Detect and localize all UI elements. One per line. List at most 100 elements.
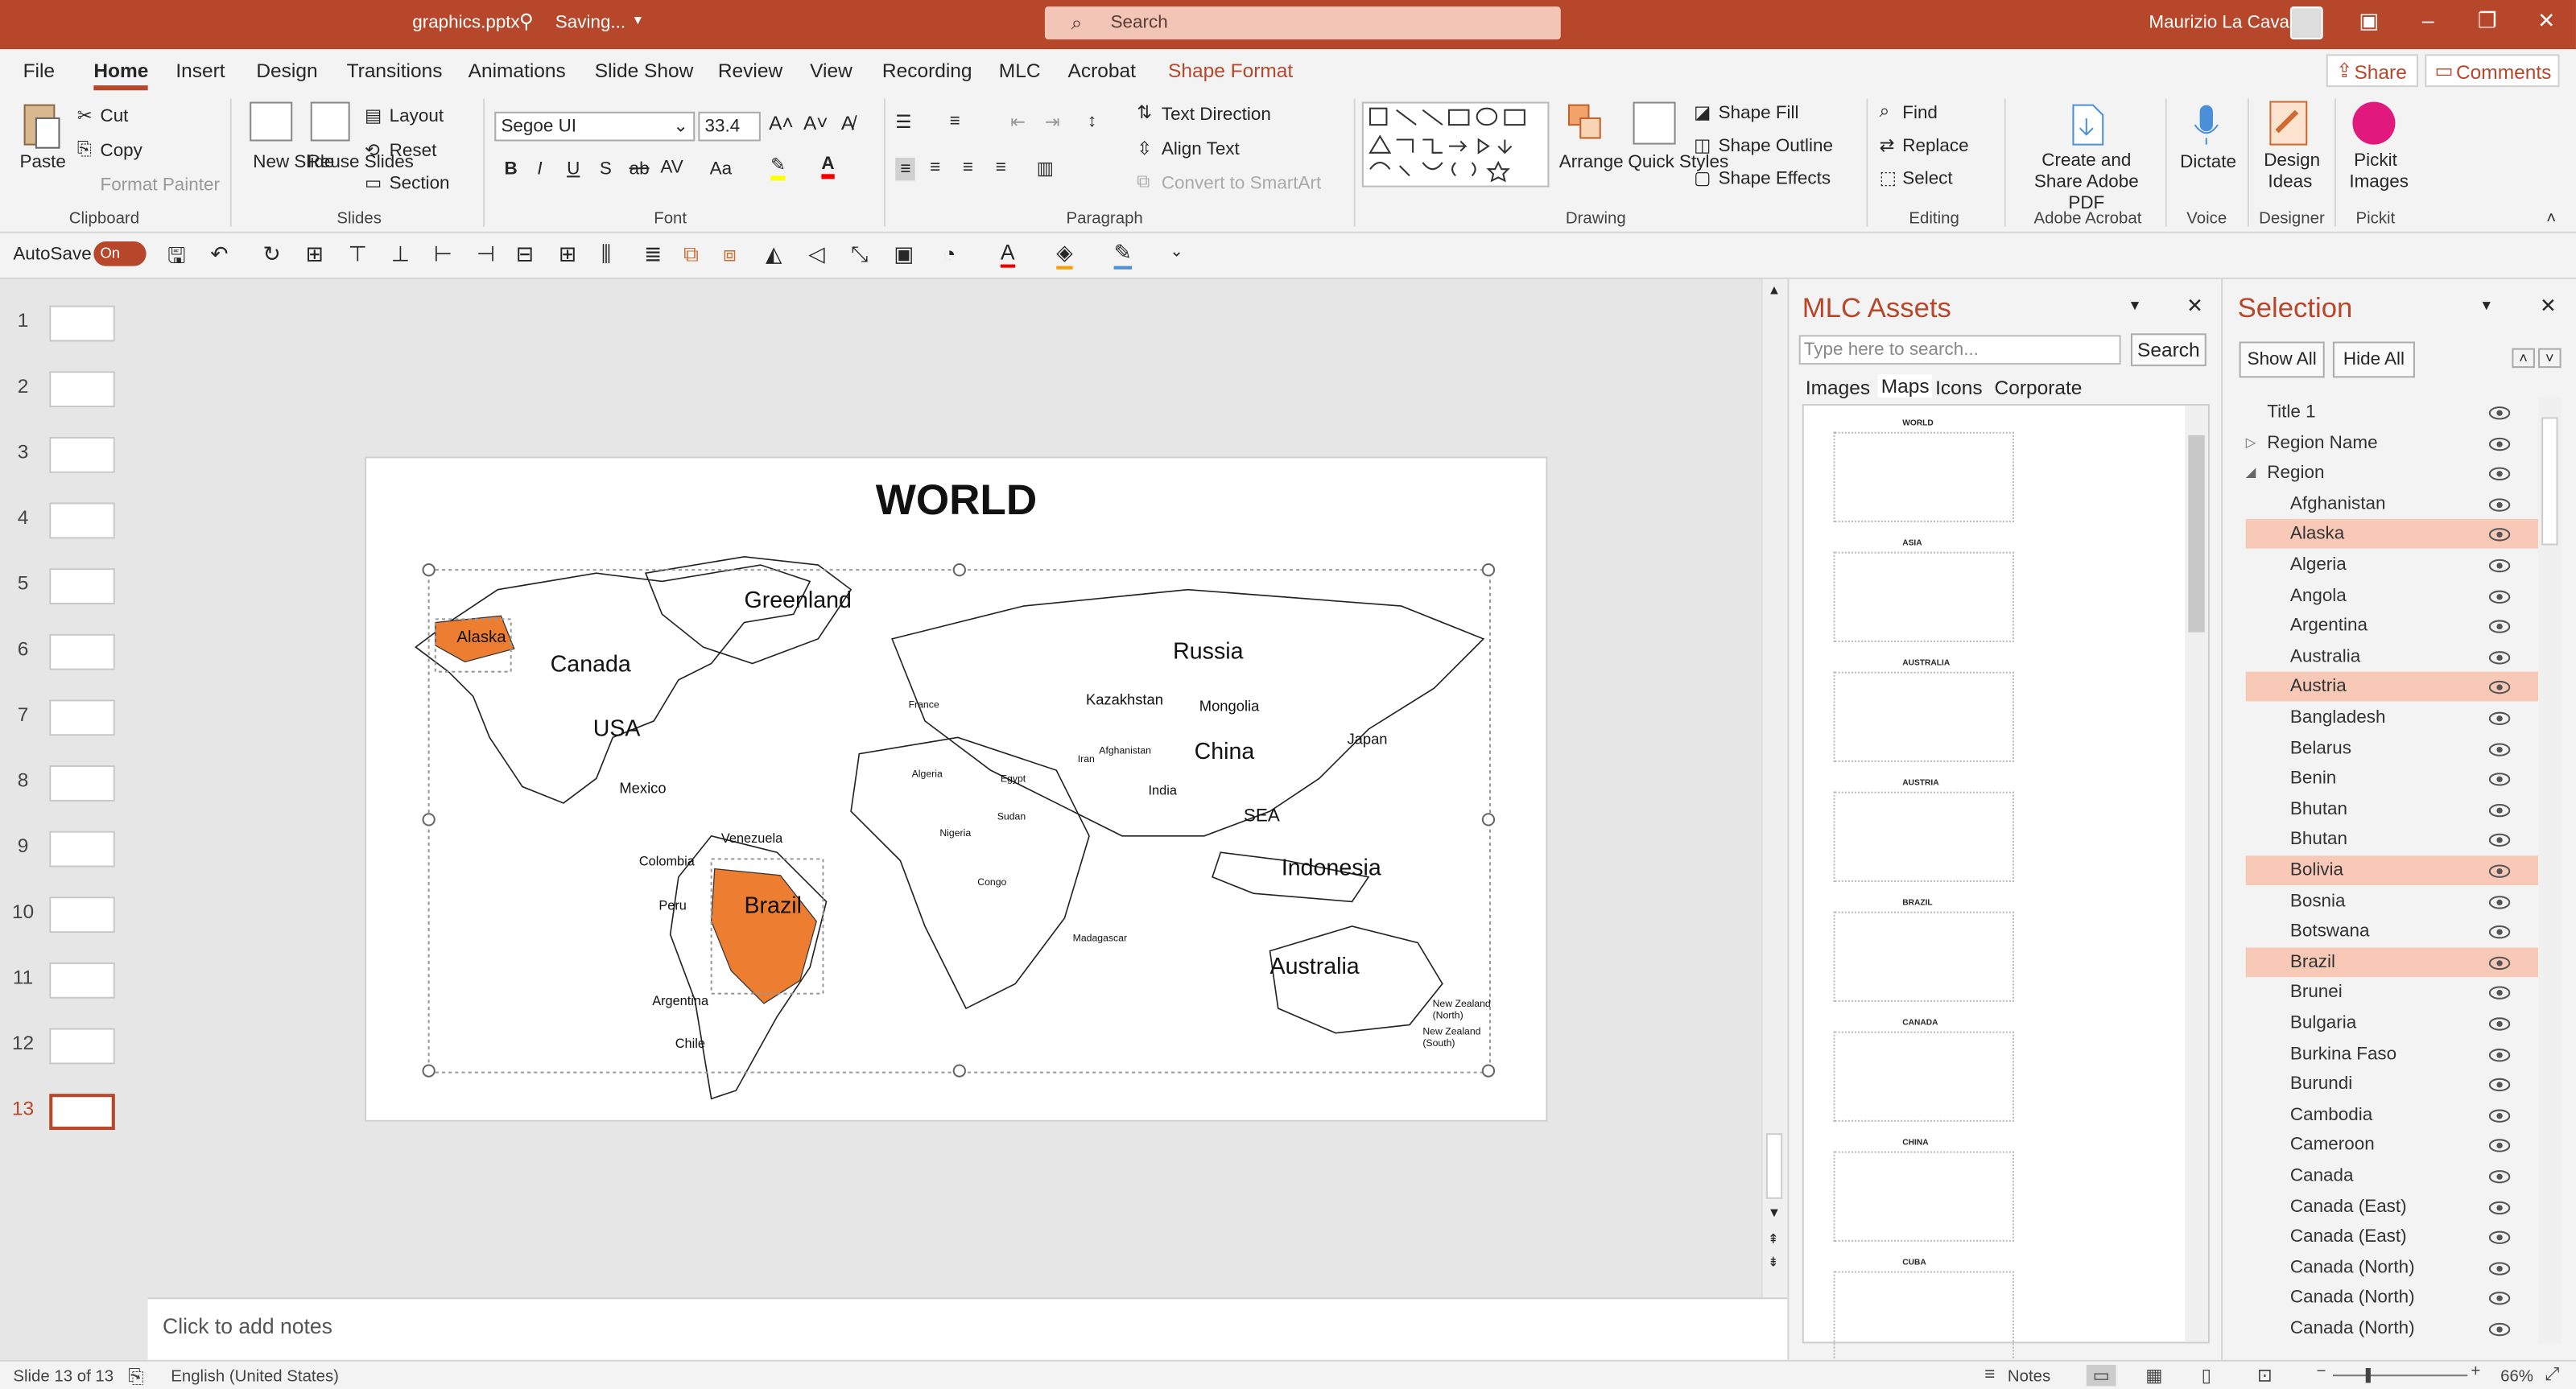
visibility-eye-icon[interactable]: [2488, 1013, 2511, 1031]
send-backward-icon[interactable]: ˅: [2538, 348, 2562, 369]
align-left-objects-icon[interactable]: ⊢: [434, 241, 452, 268]
flip-icon[interactable]: ◭: [766, 241, 782, 268]
zoom-slider-thumb[interactable]: [2365, 1367, 2371, 1383]
share-icon[interactable]: ⚲: [519, 10, 534, 33]
visibility-eye-icon[interactable]: [2488, 891, 2511, 909]
visibility-eye-icon[interactable]: [2488, 1044, 2511, 1061]
layout-icon[interactable]: ▤: [365, 105, 382, 126]
slide-thumbnail[interactable]: [49, 436, 115, 473]
columns-icon[interactable]: ▥: [1037, 158, 1054, 179]
share-button[interactable]: ⇪ Share: [2326, 54, 2419, 88]
notes-button[interactable]: Notes: [2008, 1368, 2050, 1386]
expanded-icon[interactable]: ◢: [2246, 459, 2256, 488]
align-right-icon[interactable]: ≡: [963, 158, 973, 177]
visibility-eye-icon[interactable]: [2488, 1288, 2511, 1306]
visibility-eye-icon[interactable]: [2488, 952, 2511, 970]
close-pane-icon[interactable]: ✕: [2186, 294, 2203, 317]
copy-button[interactable]: Copy: [100, 142, 142, 161]
map-thumbnail[interactable]: [1833, 791, 2015, 882]
smartart-icon[interactable]: ⧉: [1137, 172, 1150, 194]
reading-view-icon[interactable]: ▯: [2202, 1365, 2211, 1386]
scroll-down-icon[interactable]: ▼: [1768, 1206, 1781, 1220]
align-text-icon[interactable]: ⇳: [1137, 138, 1152, 159]
line-spacing-icon[interactable]: ↕: [1088, 112, 1096, 131]
tab-insert[interactable]: Insert: [175, 59, 225, 82]
hide-all-button[interactable]: Hide All: [2332, 341, 2415, 378]
collapse-ribbon-icon[interactable]: ˄: [2546, 210, 2556, 228]
new-slide-icon[interactable]: [250, 101, 293, 142]
slide-thumbnail[interactable]: [49, 1028, 115, 1065]
selection-item[interactable]: Afghanistan: [2246, 489, 2538, 519]
align-left-icon[interactable]: ≡: [895, 157, 916, 181]
selection-item[interactable]: Bosnia: [2246, 886, 2538, 916]
close-icon[interactable]: ✕: [2530, 8, 2563, 35]
distribute-vertical-icon[interactable]: ≣: [644, 241, 662, 268]
visibility-eye-icon[interactable]: [2488, 525, 2511, 542]
resize-handle[interactable]: [1481, 1064, 1496, 1078]
visibility-eye-icon[interactable]: [2488, 494, 2511, 512]
minimize-icon[interactable]: –: [2412, 8, 2445, 33]
selection-item[interactable]: ◢ Region: [2246, 459, 2538, 488]
selection-item[interactable]: Argentina: [2246, 612, 2538, 641]
pane-options-icon[interactable]: ▾: [2483, 297, 2491, 315]
slide-thumbnail[interactable]: [49, 831, 115, 868]
visibility-eye-icon[interactable]: [2488, 433, 2511, 451]
world-map[interactable]: [366, 458, 1549, 1123]
selection-item[interactable]: Cameroon: [2246, 1131, 2538, 1160]
customize-qat-icon[interactable]: ⌄: [1170, 243, 1183, 261]
selection-item[interactable]: Belarus: [2246, 733, 2538, 763]
change-case-icon[interactable]: Aa: [710, 159, 732, 179]
text-box-icon[interactable]: ▣: [894, 241, 914, 268]
align-bottom-icon[interactable]: ⊥: [391, 241, 410, 268]
selection-scrollbar[interactable]: [2538, 397, 2562, 1344]
selection-item[interactable]: Bulgaria: [2246, 1008, 2538, 1038]
avatar[interactable]: [2289, 6, 2323, 39]
selection-item[interactable]: Canada: [2246, 1161, 2538, 1191]
undo-icon[interactable]: ↶: [210, 241, 228, 268]
reset-icon[interactable]: ⟲: [365, 139, 380, 161]
selection-item[interactable]: Canada (North): [2246, 1253, 2538, 1283]
save-icon[interactable]: 🖫: [167, 241, 186, 278]
resize-handle[interactable]: [422, 563, 436, 577]
tab-animations[interactable]: Animations: [469, 59, 566, 82]
increase-indent-icon[interactable]: ⇥: [1045, 112, 1060, 133]
map-thumbnail[interactable]: [1833, 911, 2015, 1002]
slideshow-icon[interactable]: ⊡: [2257, 1365, 2273, 1386]
mlc-search-input[interactable]: Type here to search...: [1798, 335, 2121, 365]
tab-view[interactable]: View: [810, 59, 852, 82]
next-slide-icon[interactable]: ⇟: [1768, 1255, 1779, 1269]
slide-thumbnail[interactable]: [49, 699, 115, 736]
tab-home[interactable]: Home: [93, 59, 150, 91]
slide-thumbnail[interactable]: [49, 765, 115, 802]
justify-icon[interactable]: ≡: [996, 158, 1006, 177]
selection-item[interactable]: Benin: [2246, 764, 2538, 793]
fill-color-icon[interactable]: ◈: [1056, 240, 1073, 270]
current-slide[interactable]: WORLD Alaska Canada Greenland USA Mexico…: [365, 456, 1549, 1123]
mlc-tab-icons[interactable]: Icons: [1935, 376, 1983, 399]
resize-handle[interactable]: [1481, 813, 1496, 826]
bring-forward-icon[interactable]: ˄: [2512, 348, 2535, 369]
visibility-eye-icon[interactable]: [2488, 464, 2511, 481]
visibility-eye-icon[interactable]: [2488, 678, 2511, 695]
map-list-scroll-thumb[interactable]: [2188, 435, 2205, 633]
previous-slide-icon[interactable]: ⇞: [1768, 1232, 1779, 1247]
ungroup-icon[interactable]: ⧈: [723, 241, 737, 268]
select-button[interactable]: Select: [1902, 169, 1952, 188]
visibility-eye-icon[interactable]: [2488, 1136, 2511, 1153]
shapes-gallery[interactable]: [1361, 101, 1550, 188]
tab-file[interactable]: File: [23, 59, 55, 82]
chevron-down-icon[interactable]: ▾: [634, 11, 642, 29]
selection-scroll-thumb[interactable]: [2541, 417, 2558, 546]
layout-button[interactable]: Layout: [390, 107, 444, 126]
section-button[interactable]: Section: [390, 174, 450, 193]
bold-icon[interactable]: B: [505, 159, 518, 179]
visibility-eye-icon[interactable]: [2488, 555, 2511, 573]
selection-item[interactable]: Bhutan: [2246, 825, 2538, 855]
copy-icon[interactable]: ⎘: [77, 139, 92, 161]
mlc-tab-maps[interactable]: Maps: [1877, 374, 1933, 398]
selection-item[interactable]: Title 1: [2246, 398, 2538, 427]
mlc-search-button[interactable]: Search: [2130, 333, 2207, 367]
tab-shape-format[interactable]: Shape Format: [1168, 59, 1293, 82]
visibility-eye-icon[interactable]: [2488, 799, 2511, 817]
pickit-icon[interactable]: [2352, 101, 2396, 145]
